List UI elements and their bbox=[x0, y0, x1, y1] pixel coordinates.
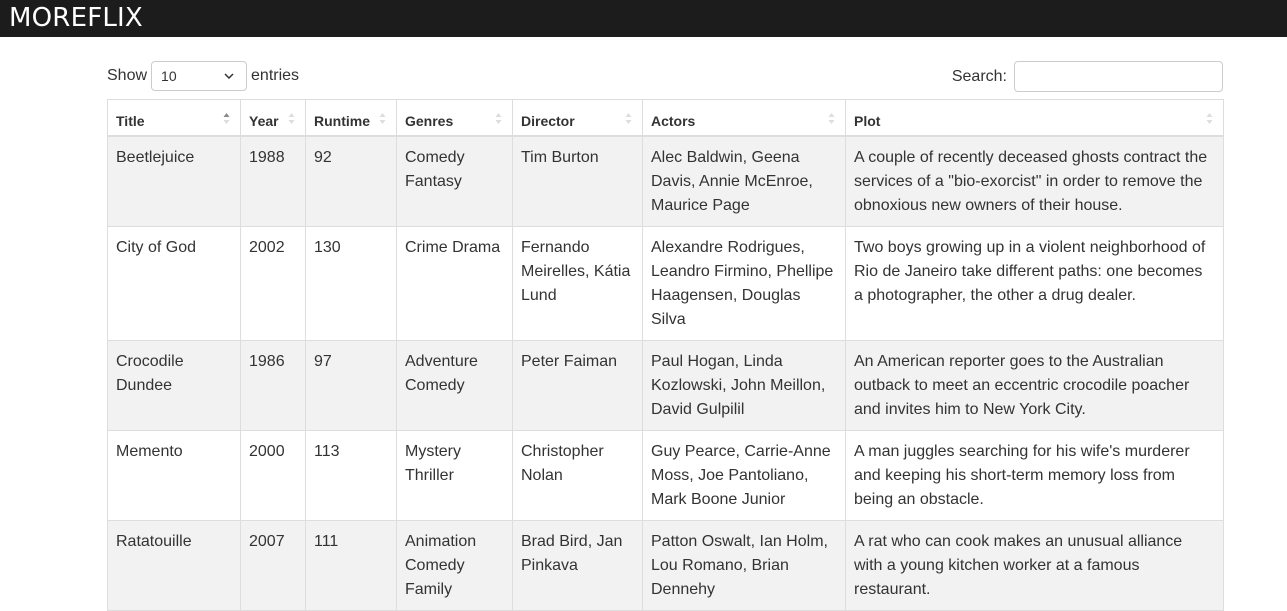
cell-runtime: 130 bbox=[305, 225, 397, 341]
cell-year: 2007 bbox=[240, 519, 306, 611]
page-length-select[interactable]: 10 bbox=[151, 61, 248, 91]
table-row[interactable]: City of God 2002 130 Crime Drama Fernando Me… bbox=[107, 225, 1224, 341]
cell-director: Brad Bird, Jan Pinkava bbox=[512, 519, 643, 611]
column-header-label: Genres bbox=[405, 113, 454, 129]
column-header-plot[interactable]: Plot bbox=[845, 99, 1224, 137]
sort-icon bbox=[625, 113, 632, 124]
brand-logo[interactable]: MOREFLIX bbox=[9, 3, 143, 33]
movies-table-wrapper: Show 10 entries Search: Title Year Runtime… bbox=[107, 37, 1224, 611]
cell-year: 1986 bbox=[240, 339, 306, 431]
cell-director: Fernando Meirelles, Kátia Lund bbox=[512, 225, 643, 341]
cell-runtime: 113 bbox=[305, 429, 397, 521]
cell-title: City of God bbox=[107, 225, 241, 341]
entries-label: entries bbox=[251, 67, 300, 84]
column-header-genres[interactable]: Genres bbox=[396, 99, 513, 137]
cell-plot: Two boys growing up in a violent neighbo… bbox=[845, 225, 1224, 341]
cell-director: Peter Faiman bbox=[512, 339, 643, 431]
cell-title: Beetlejuice bbox=[107, 135, 241, 227]
column-header-actors[interactable]: Actors bbox=[642, 99, 846, 137]
cell-actors: Guy Pearce, Carrie-Anne Moss, Joe Pantol… bbox=[642, 429, 846, 521]
sort-icon bbox=[288, 113, 295, 124]
column-header-director[interactable]: Director bbox=[512, 99, 643, 137]
column-header-label: Runtime bbox=[314, 113, 370, 129]
page-length-value: 10 bbox=[161, 68, 177, 84]
movies-table: Title Year Runtime Genres Director Actors Plot… bbox=[107, 99, 1224, 611]
table-row[interactable]: Crocodile Dundee 1986 97 Adventure Comedy Pe… bbox=[107, 339, 1224, 431]
cell-runtime: 111 bbox=[305, 519, 397, 611]
search-control: Search: bbox=[952, 61, 1223, 92]
table-header: Title Year Runtime Genres Director Actors Plot bbox=[107, 99, 1224, 137]
sort-icon bbox=[495, 113, 502, 124]
cell-director: Christopher Nolan bbox=[512, 429, 643, 521]
cell-genres: Comedy Fantasy bbox=[396, 135, 513, 227]
search-label: Search: bbox=[951, 67, 1007, 85]
table-row[interactable]: Beetlejuice 1988 92 Comedy Fantasy Tim Burto… bbox=[107, 135, 1224, 227]
sort-icon bbox=[379, 113, 386, 124]
cell-genres: Animation Comedy Family bbox=[396, 519, 513, 611]
column-header-label: Director bbox=[521, 113, 575, 129]
cell-plot: A man juggles searching for his wife's m… bbox=[845, 429, 1224, 521]
table-body: Beetlejuice 1988 92 Comedy Fantasy Tim Burto… bbox=[107, 135, 1224, 611]
column-header-year[interactable]: Year bbox=[240, 99, 306, 137]
cell-genres: Adventure Comedy bbox=[396, 339, 513, 431]
cell-actors: Alexandre Rodrigues, Leandro Firmino, Ph… bbox=[642, 225, 846, 341]
cell-actors: Paul Hogan, Linda Kozlowski, John Meillo… bbox=[642, 339, 846, 431]
cell-plot: A couple of recently deceased ghosts con… bbox=[845, 135, 1224, 227]
header-row: Title Year Runtime Genres Director Actors Plot bbox=[107, 99, 1224, 137]
column-header-label: Actors bbox=[651, 113, 696, 129]
cell-genres: Mystery Thriller bbox=[396, 429, 513, 521]
cell-title: Crocodile Dundee bbox=[107, 339, 241, 431]
show-label: Show bbox=[107, 67, 148, 84]
sort-ascending-icon bbox=[223, 113, 230, 124]
search-input[interactable] bbox=[1014, 61, 1223, 92]
cell-year: 1988 bbox=[240, 135, 306, 227]
column-header-label: Title bbox=[116, 113, 145, 129]
chevron-down-icon bbox=[224, 73, 234, 79]
column-header-title[interactable]: Title bbox=[107, 99, 241, 137]
sort-icon bbox=[1206, 113, 1213, 124]
cell-genres: Crime Drama bbox=[396, 225, 513, 341]
cell-runtime: 92 bbox=[305, 135, 397, 227]
column-header-label: Year bbox=[249, 113, 279, 129]
sort-icon bbox=[828, 113, 835, 124]
column-header-runtime[interactable]: Runtime bbox=[305, 99, 397, 137]
cell-title: Memento bbox=[107, 429, 241, 521]
cell-actors: Alec Baldwin, Geena Davis, Annie McEnroe… bbox=[642, 135, 846, 227]
cell-year: 2000 bbox=[240, 429, 306, 521]
table-row[interactable]: Ratatouille 2007 111 Animation Comedy Famil… bbox=[107, 519, 1224, 611]
cell-plot: An American reporter goes to the Austral… bbox=[845, 339, 1224, 431]
table-controls: Show 10 entries Search: bbox=[107, 37, 1223, 99]
column-header-label: Plot bbox=[854, 113, 881, 129]
cell-year: 2002 bbox=[240, 225, 306, 341]
cell-actors: Patton Oswalt, Ian Holm, Lou Romano, Bri… bbox=[642, 519, 846, 611]
navbar: MOREFLIX bbox=[0, 0, 1287, 37]
table-row[interactable]: Memento 2000 113 Mystery Thriller Christophe… bbox=[107, 429, 1224, 521]
cell-director: Tim Burton bbox=[512, 135, 643, 227]
cell-plot: A rat who can cook makes an unusual alli… bbox=[845, 519, 1224, 611]
cell-title: Ratatouille bbox=[107, 519, 241, 611]
cell-runtime: 97 bbox=[305, 339, 397, 431]
page-length-control: Show 10 entries bbox=[107, 61, 299, 91]
